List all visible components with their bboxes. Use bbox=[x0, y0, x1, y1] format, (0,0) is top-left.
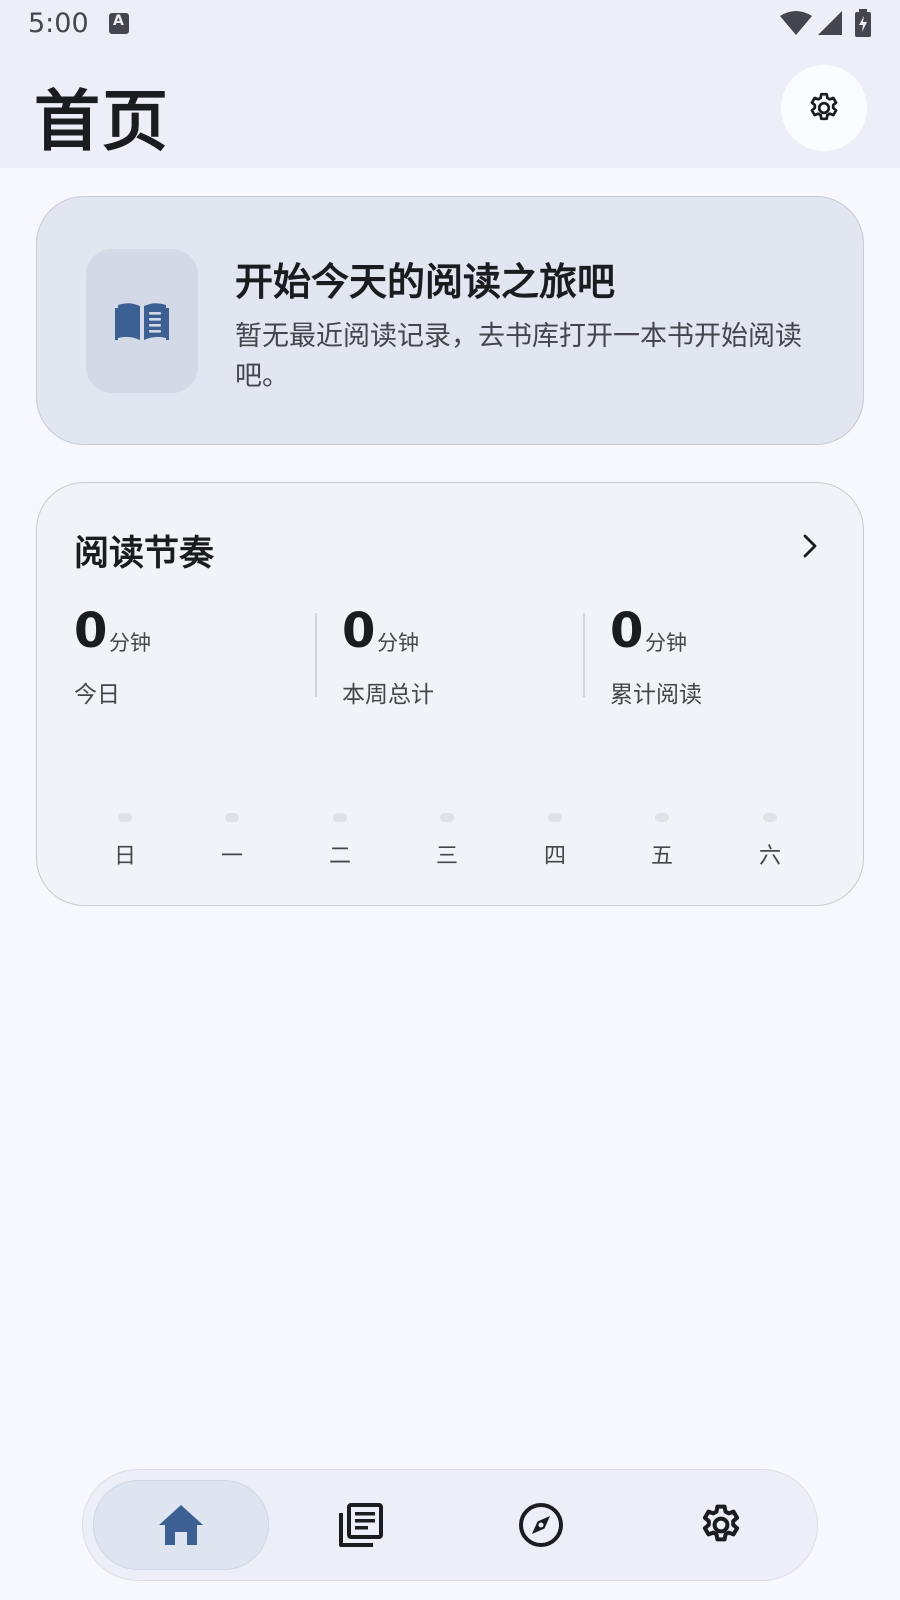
status-bar: 5:00 bbox=[0, 0, 900, 48]
stat-unit: 分钟 bbox=[109, 631, 151, 655]
nav-explore[interactable] bbox=[453, 1480, 629, 1570]
stat-value: 0 bbox=[74, 603, 108, 659]
bottom-navigation bbox=[82, 1469, 818, 1581]
top-app-bar: 5:00 首页 bbox=[0, 0, 900, 168]
stat-value: 0 bbox=[610, 603, 644, 659]
stat-week-total: 0 分钟 本周总计 bbox=[342, 603, 582, 708]
stat-label: 今日 bbox=[74, 682, 120, 708]
signal-icon bbox=[818, 11, 842, 35]
day-bar bbox=[548, 813, 562, 822]
keyboard-notification-icon bbox=[109, 13, 129, 34]
stat-cumulative: 0 分钟 累计阅读 bbox=[610, 603, 850, 708]
day-column-fri: 五 bbox=[632, 813, 692, 873]
home-icon bbox=[159, 1505, 203, 1545]
day-label: 六 bbox=[758, 844, 781, 869]
day-label: 一 bbox=[220, 844, 243, 869]
book-icon bbox=[115, 303, 169, 340]
stat-today: 0 分钟 今日 bbox=[74, 603, 314, 708]
day-column-mon: 一 bbox=[202, 813, 262, 873]
day-label: 五 bbox=[650, 844, 673, 869]
page-title: 首页 bbox=[34, 83, 170, 160]
day-bar bbox=[655, 813, 669, 822]
battery-icon bbox=[855, 9, 871, 37]
rhythm-title: 阅读节奏 bbox=[74, 534, 215, 574]
stat-unit: 分钟 bbox=[377, 631, 419, 655]
day-column-wed: 三 bbox=[417, 813, 477, 873]
day-column-sun: 日 bbox=[95, 813, 155, 873]
stat-value: 0 bbox=[342, 603, 376, 659]
day-column-tue: 二 bbox=[310, 813, 370, 873]
stat-divider bbox=[315, 613, 317, 697]
day-label: 二 bbox=[328, 844, 351, 869]
nav-library[interactable] bbox=[273, 1480, 449, 1570]
day-bar bbox=[440, 813, 454, 822]
nav-home[interactable] bbox=[93, 1480, 269, 1570]
day-bar bbox=[118, 813, 132, 822]
gear-icon bbox=[702, 1504, 740, 1542]
library-icon bbox=[339, 1503, 383, 1547]
day-label: 日 bbox=[113, 844, 136, 869]
wifi-icon bbox=[780, 11, 812, 35]
chevron-right-icon[interactable] bbox=[795, 531, 825, 561]
stat-divider bbox=[583, 613, 585, 697]
settings-button[interactable] bbox=[781, 65, 867, 151]
gear-icon bbox=[810, 92, 838, 121]
day-column-thu: 四 bbox=[525, 813, 585, 873]
reading-rhythm-card[interactable]: 阅读节奏 0 分钟 今日 0 分钟 本周总计 0 分钟 累计阅读 日 一 二 三… bbox=[36, 482, 864, 906]
nav-settings[interactable] bbox=[633, 1480, 809, 1570]
book-icon-box bbox=[86, 249, 198, 393]
stat-unit: 分钟 bbox=[645, 631, 687, 655]
day-bar bbox=[763, 813, 777, 822]
day-label: 三 bbox=[435, 844, 458, 869]
welcome-title: 开始今天的阅读之旅吧 bbox=[235, 260, 616, 304]
day-bar bbox=[225, 813, 239, 822]
status-time: 5:00 bbox=[28, 8, 89, 39]
stat-label: 累计阅读 bbox=[610, 682, 702, 708]
welcome-description: 暂无最近阅读记录，去书库打开一本书开始阅读吧。 bbox=[235, 321, 802, 392]
welcome-card[interactable]: 开始今天的阅读之旅吧 暂无最近阅读记录，去书库打开一本书开始阅读吧。 bbox=[36, 196, 864, 445]
compass-icon bbox=[519, 1503, 563, 1547]
stat-label: 本周总计 bbox=[342, 682, 434, 708]
day-column-sat: 六 bbox=[740, 813, 800, 873]
day-label: 四 bbox=[543, 844, 566, 869]
day-bar bbox=[333, 813, 347, 822]
